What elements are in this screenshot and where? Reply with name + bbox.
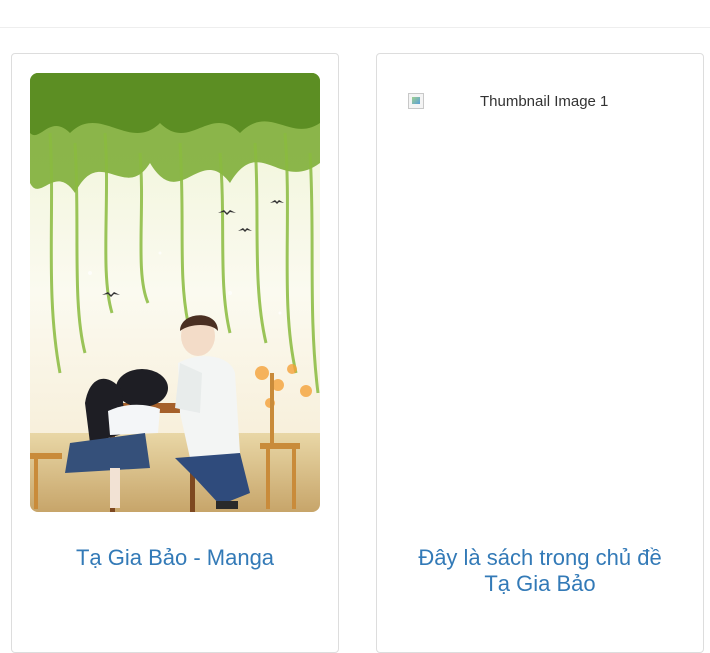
book-title-line-2[interactable]: Tạ Gia Bảo xyxy=(484,571,595,596)
broken-image-icon xyxy=(408,93,424,109)
book-title-link[interactable]: Đây là sách trong chủ đề Tạ Gia Bảo xyxy=(377,545,703,597)
book-card[interactable]: Thumbnail Image 1 Đây là sách trong chủ … xyxy=(376,53,704,653)
book-title[interactable]: Tạ Gia Bảo - Manga xyxy=(76,545,274,570)
manga-cover-illustration xyxy=(30,73,320,512)
top-divider xyxy=(0,27,710,28)
book-title-line-1[interactable]: Đây là sách trong chủ đề xyxy=(418,545,661,570)
book-title-link[interactable]: Tạ Gia Bảo - Manga xyxy=(12,545,338,571)
book-cover-image[interactable] xyxy=(30,73,320,512)
thumbnail-alt-text: Thumbnail Image 1 xyxy=(480,92,609,110)
book-card[interactable]: Tạ Gia Bảo - Manga xyxy=(11,53,339,653)
broken-thumbnail[interactable]: Thumbnail Image 1 xyxy=(408,92,608,110)
